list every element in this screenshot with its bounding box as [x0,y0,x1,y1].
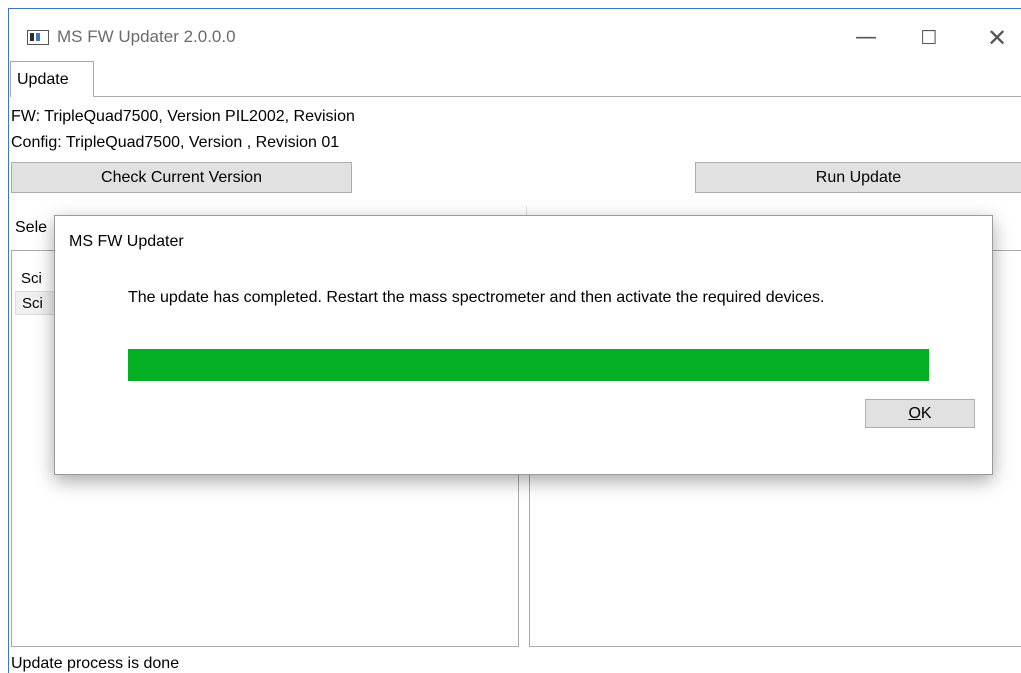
fw-info-text: FW: TripleQuad7500, Version PIL2002, Rev… [11,108,355,125]
tab-strip-divider [94,96,1021,97]
dialog-title: MS FW Updater [69,233,184,250]
ok-button-mnemonic: O [908,405,921,422]
progress-bar-fill [128,349,929,381]
config-info-text: Config: TripleQuad7500, Version , Revisi… [11,134,340,151]
app-icon-bar-dark [30,33,34,41]
app-icon-bar-blue [36,33,40,41]
check-current-version-button[interactable]: Check Current Version [11,162,352,193]
app-icon [27,30,49,45]
progress-bar [128,349,929,381]
ok-button[interactable]: OK [865,399,975,428]
maximize-icon[interactable]: ☐ [906,23,952,53]
tab-update[interactable]: Update [10,61,94,97]
dialog-message: The update has completed. Restart the ma… [128,289,825,306]
run-update-button[interactable]: Run Update [695,162,1021,193]
ok-button-label-rest: K [920,405,932,422]
status-text: Update process is done [11,655,180,672]
minimize-icon[interactable]: — [843,23,889,53]
update-complete-dialog: MS FW Updater The update has completed. … [54,215,993,475]
title-bar: MS FW Updater 2.0.0.0 — ☐ ✕ [9,9,1021,61]
close-icon[interactable]: ✕ [974,23,1020,53]
window-title: MS FW Updater 2.0.0.0 [57,27,236,46]
